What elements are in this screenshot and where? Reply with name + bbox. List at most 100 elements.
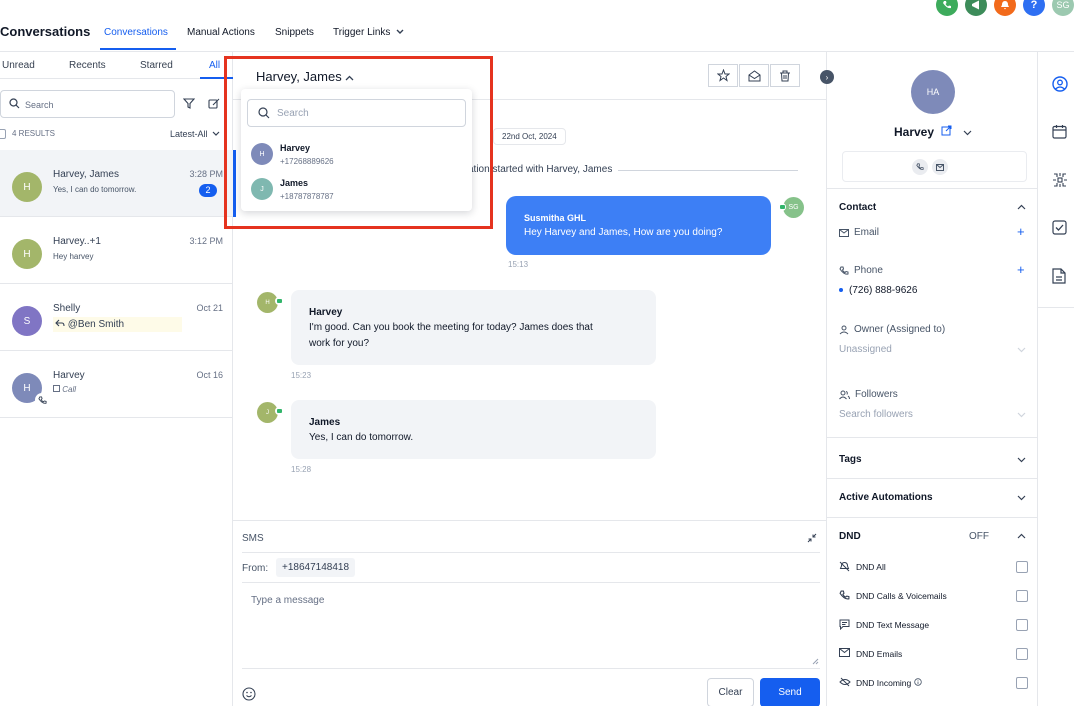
phone-icon[interactable] <box>936 0 958 16</box>
incoming-message: Harvey I'm good. Can you book the meetin… <box>291 290 656 365</box>
message-sender: Susmitha GHL <box>524 213 587 223</box>
clear-button[interactable]: Clear <box>707 678 754 706</box>
chevron-up-icon[interactable] <box>1017 204 1026 210</box>
participant-option-harvey[interactable]: H Harvey +17268889626 <box>251 139 461 169</box>
followers-search[interactable]: Search followers <box>839 409 913 420</box>
contact-details-panel: HA Harvey Contact Email + Phone + (726) … <box>826 52 1038 706</box>
nav-trigger-links[interactable]: Trigger Links <box>333 27 404 38</box>
collapse-panel-button[interactable]: › <box>820 70 834 84</box>
conversation-name: Harvey..+1 <box>53 236 101 247</box>
list-item[interactable]: H Harvey..+1 Hey harvey 3:12 PM <box>0 217 233 284</box>
message-placeholder: Type a message <box>251 595 325 606</box>
conversation-name: Harvey <box>53 370 85 381</box>
email-button[interactable] <box>932 159 948 175</box>
message-text-line: work for you? <box>309 338 370 349</box>
phone-value[interactable]: (726) 888-9626 <box>839 285 917 296</box>
avatar: H <box>251 143 273 165</box>
chevron-down-icon[interactable] <box>1017 457 1026 463</box>
dnd-emails-checkbox[interactable] <box>1016 648 1028 660</box>
list-item[interactable]: H Harvey, James Yes, I can do tomorrow. … <box>0 150 233 217</box>
message-text-line: I'm good. Can you book the meeting for t… <box>309 322 593 333</box>
megaphone-icon[interactable] <box>965 0 987 16</box>
send-button[interactable]: Send <box>760 678 820 706</box>
from-number-select[interactable]: +18647148418 <box>276 558 356 577</box>
dnd-all-checkbox[interactable] <box>1016 561 1028 573</box>
collapse-icon[interactable] <box>807 533 817 543</box>
delete-button[interactable] <box>770 64 800 87</box>
search-icon <box>258 107 270 119</box>
incoming-message: James Yes, I can do tomorrow. <box>291 400 656 459</box>
dnd-text-checkbox[interactable] <box>1016 619 1028 631</box>
chevron-down-icon[interactable] <box>963 130 972 136</box>
participant-search-input[interactable]: Search <box>247 99 466 127</box>
automation-icon[interactable] <box>1052 172 1068 188</box>
list-item[interactable]: S Shelly @Ben Smith Oct 21 <box>0 284 233 351</box>
nav-conversations[interactable]: Conversations <box>104 27 168 38</box>
chat-header-actions <box>708 64 800 87</box>
bell-icon[interactable] <box>994 0 1016 16</box>
chat-participants-toggle[interactable]: Harvey, James <box>256 69 354 84</box>
star-button[interactable] <box>708 64 738 87</box>
tab-recents[interactable]: Recents <box>69 60 106 71</box>
message-input[interactable]: Type a message <box>242 583 820 669</box>
emoji-icon[interactable] <box>242 687 256 701</box>
call-button[interactable] <box>912 159 928 175</box>
dnd-option-calls: DND Calls & Voicemails <box>839 589 1029 603</box>
calendar-icon[interactable] <box>1052 124 1067 139</box>
message-time: 15:13 <box>508 260 529 269</box>
tasks-icon[interactable] <box>1052 220 1067 235</box>
tab-all[interactable]: All <box>209 60 220 71</box>
tab-unread[interactable]: Unread <box>2 60 35 71</box>
phone-icon <box>916 163 924 170</box>
owner-select[interactable]: Unassigned <box>839 344 892 355</box>
contact-quick-actions <box>842 151 1027 182</box>
divider <box>827 188 1037 189</box>
section-tags-heading[interactable]: Tags <box>839 454 862 465</box>
dnd-incoming-checkbox[interactable] <box>1016 677 1028 689</box>
add-phone-button[interactable]: + <box>1017 262 1025 277</box>
avatar: S <box>12 306 42 336</box>
resize-handle-icon[interactable] <box>812 658 819 665</box>
owner-label: Owner (Assigned to) <box>854 324 946 335</box>
sms-channel-icon <box>778 203 786 211</box>
phone-field-label: Phone <box>839 265 883 276</box>
nav-snippets[interactable]: Snippets <box>275 27 314 38</box>
divider <box>827 437 1037 438</box>
list-item[interactable]: H Harvey Call Oct 16 <box>0 351 233 418</box>
search-input[interactable]: Search <box>0 90 175 118</box>
page-title: Conversations <box>0 24 91 39</box>
filter-icon[interactable] <box>183 98 195 109</box>
compose-icon[interactable] <box>208 98 220 109</box>
section-automations-heading[interactable]: Active Automations <box>839 492 933 503</box>
top-icon-group: ? SG <box>936 0 1074 16</box>
chevron-up-icon[interactable] <box>1017 533 1026 539</box>
help-icon[interactable]: ? <box>1023 0 1045 16</box>
info-icon[interactable] <box>913 678 922 686</box>
contact-profile-icon[interactable] <box>1052 76 1068 92</box>
nav-manual-actions[interactable]: Manual Actions <box>187 27 255 38</box>
external-link-icon[interactable] <box>941 125 952 136</box>
message-icon <box>839 619 850 630</box>
mark-unread-button[interactable] <box>739 64 769 87</box>
select-all-checkbox[interactable] <box>0 129 6 139</box>
conversation-time: 3:28 PM <box>189 169 223 179</box>
star-icon <box>716 69 730 82</box>
nav-trigger-links-label: Trigger Links <box>333 27 391 38</box>
dnd-calls-checkbox[interactable] <box>1016 590 1028 602</box>
sort-dropdown[interactable]: Latest-All <box>170 129 220 139</box>
message-sender: Harvey <box>309 307 343 318</box>
trash-icon <box>780 70 790 81</box>
message-text-line: Yes, I can do tomorrow. <box>309 432 414 443</box>
dnd-incoming-label: DND Incoming <box>856 678 912 688</box>
primary-dot <box>839 288 843 293</box>
notes-icon[interactable] <box>1052 268 1066 284</box>
conversation-started-text: ation started with Harvey, James <box>468 164 619 175</box>
tab-starred[interactable]: Starred <box>140 60 173 71</box>
add-email-button[interactable]: + <box>1017 224 1025 239</box>
dnd-option-emails: DND Emails <box>839 647 1029 661</box>
from-row: From: +18647148418 <box>242 552 820 583</box>
avatar[interactable]: SG <box>1052 0 1074 16</box>
chevron-down-icon[interactable] <box>1017 495 1026 501</box>
channel-selector[interactable]: SMS <box>242 533 264 544</box>
participant-option-james[interactable]: J James +18787878787 <box>251 174 461 204</box>
